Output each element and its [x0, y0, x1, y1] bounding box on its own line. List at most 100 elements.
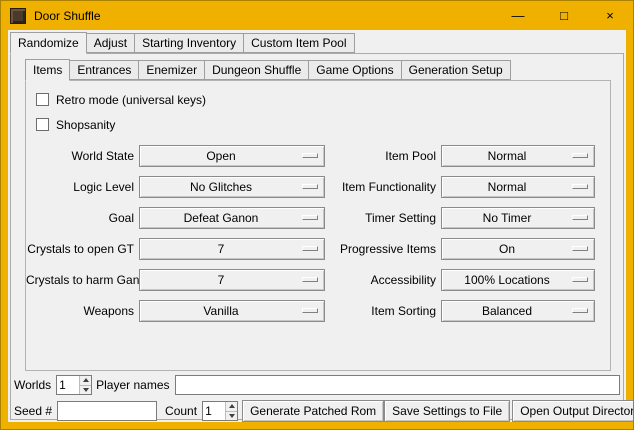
crystals-ganon-label: Crystals to harm Ganon [26, 273, 134, 287]
worlds-input[interactable] [57, 376, 79, 394]
settings-row: Logic Level No Glitches Item Functionali… [26, 171, 610, 202]
crystals-ganon-dropdown[interactable]: 7 [139, 269, 325, 291]
logic-level-label: Logic Level [26, 180, 134, 194]
spin-down-icon[interactable] [80, 386, 91, 395]
generate-row: Seed # Count Generate Patched Rom Save S… [14, 400, 620, 422]
retro-mode-checkbox[interactable] [36, 93, 49, 106]
item-pool-label: Item Pool [330, 149, 436, 163]
dropdown-value: Normal [442, 149, 572, 163]
shopsanity-label: Shopsanity [56, 118, 115, 132]
randomize-panel: Items Entrances Enemizer Dungeon Shuffle… [10, 53, 624, 420]
world-state-dropdown[interactable]: Open [139, 145, 325, 167]
settings-row: World State Open Item Pool Normal [26, 140, 610, 171]
progressive-items-label: Progressive Items [330, 242, 436, 256]
progressive-items-dropdown[interactable]: On [441, 238, 595, 260]
item-pool-dropdown[interactable]: Normal [441, 145, 595, 167]
settings-grid: World State Open Item Pool Normal Logic … [26, 140, 610, 326]
dropdown-indicator-icon [572, 215, 588, 220]
open-output-directory-button[interactable]: Open Output Directory [512, 400, 634, 422]
close-icon[interactable]: × [587, 1, 633, 30]
item-sorting-label: Item Sorting [330, 304, 436, 318]
shopsanity-row: Shopsanity [36, 112, 610, 137]
accessibility-dropdown[interactable]: 100% Locations [441, 269, 595, 291]
retro-mode-label: Retro mode (universal keys) [56, 93, 206, 107]
item-sorting-dropdown[interactable]: Balanced [441, 300, 595, 322]
dropdown-value: On [442, 242, 572, 256]
goal-dropdown[interactable]: Defeat Ganon [139, 207, 325, 229]
dropdown-value: Defeat Ganon [140, 211, 302, 225]
tab-items[interactable]: Items [25, 59, 70, 81]
tab-adjust[interactable]: Adjust [86, 33, 135, 53]
retro-mode-row: Retro mode (universal keys) [36, 87, 610, 112]
dropdown-indicator-icon [302, 277, 318, 282]
dropdown-indicator-icon [302, 215, 318, 220]
seed-input[interactable] [57, 401, 157, 421]
tab-generation-setup[interactable]: Generation Setup [401, 60, 511, 80]
settings-row: Crystals to harm Ganon 7 Accessibility 1… [26, 264, 610, 295]
tab-randomize[interactable]: Randomize [10, 32, 87, 54]
dropdown-value: 7 [140, 273, 302, 287]
timer-setting-label: Timer Setting [330, 211, 436, 225]
worlds-spinbox [56, 375, 92, 395]
weapons-dropdown[interactable]: Vanilla [139, 300, 325, 322]
settings-row: Weapons Vanilla Item Sorting Balanced [26, 295, 610, 326]
count-label: Count [165, 404, 197, 418]
dropdown-value: No Glitches [140, 180, 302, 194]
dropdown-indicator-icon [572, 184, 588, 189]
dropdown-indicator-icon [572, 308, 588, 313]
window-title: Door Shuffle [34, 9, 101, 23]
item-functionality-label: Item Functionality [330, 180, 436, 194]
tab-starting-inventory[interactable]: Starting Inventory [134, 33, 244, 53]
maximize-icon[interactable]: □ [541, 1, 587, 30]
worlds-row: Worlds Player names [14, 374, 620, 396]
dropdown-value: 100% Locations [442, 273, 572, 287]
count-input[interactable] [203, 402, 225, 420]
spin-down-icon[interactable] [226, 412, 237, 421]
dropdown-indicator-icon [302, 246, 318, 251]
tab-dungeon-shuffle[interactable]: Dungeon Shuffle [204, 60, 309, 80]
inner-tab-bar: Items Entrances Enemizer Dungeon Shuffle… [25, 59, 510, 80]
generate-patched-rom-button[interactable]: Generate Patched Rom [242, 400, 384, 422]
app-window: Door Shuffle — □ × Randomize Adjust Star… [0, 0, 634, 430]
minimize-icon[interactable]: — [495, 1, 541, 30]
dropdown-indicator-icon [302, 153, 318, 158]
tab-custom-item-pool[interactable]: Custom Item Pool [243, 33, 354, 53]
crystals-gt-dropdown[interactable]: 7 [139, 238, 325, 260]
dropdown-value: Balanced [442, 304, 572, 318]
logic-level-dropdown[interactable]: No Glitches [139, 176, 325, 198]
dropdown-indicator-icon [572, 277, 588, 282]
tab-game-options[interactable]: Game Options [308, 60, 401, 80]
item-functionality-dropdown[interactable]: Normal [441, 176, 595, 198]
spin-up-icon[interactable] [226, 402, 237, 412]
shopsanity-checkbox[interactable] [36, 118, 49, 131]
client-area: Randomize Adjust Starting Inventory Cust… [8, 30, 626, 422]
dropdown-value: No Timer [442, 211, 572, 225]
dropdown-value: 7 [140, 242, 302, 256]
spinner-buttons [225, 402, 237, 420]
settings-row: Crystals to open GT 7 Progressive Items … [26, 233, 610, 264]
player-names-label: Player names [96, 378, 169, 392]
save-settings-button[interactable]: Save Settings to File [384, 400, 510, 422]
count-spinbox [202, 401, 238, 421]
tab-entrances[interactable]: Entrances [69, 60, 139, 80]
dropdown-value: Normal [442, 180, 572, 194]
dropdown-indicator-icon [572, 153, 588, 158]
app-icon [10, 8, 26, 24]
seed-label: Seed # [14, 404, 52, 418]
player-names-input[interactable] [175, 375, 621, 395]
goal-label: Goal [26, 211, 134, 225]
window-controls: — □ × [495, 1, 633, 30]
items-panel: Retro mode (universal keys) Shopsanity W… [25, 80, 611, 371]
main-tab-bar: Randomize Adjust Starting Inventory Cust… [10, 32, 354, 53]
timer-setting-dropdown[interactable]: No Timer [441, 207, 595, 229]
titlebar: Door Shuffle — □ × [1, 1, 633, 30]
dropdown-indicator-icon [302, 184, 318, 189]
settings-row: Goal Defeat Ganon Timer Setting No Timer [26, 202, 610, 233]
spin-up-icon[interactable] [80, 376, 91, 386]
spinner-buttons [79, 376, 91, 394]
tab-enemizer[interactable]: Enemizer [138, 60, 205, 80]
crystals-gt-label: Crystals to open GT [26, 242, 134, 256]
dropdown-value: Vanilla [140, 304, 302, 318]
accessibility-label: Accessibility [330, 273, 436, 287]
dropdown-indicator-icon [572, 246, 588, 251]
